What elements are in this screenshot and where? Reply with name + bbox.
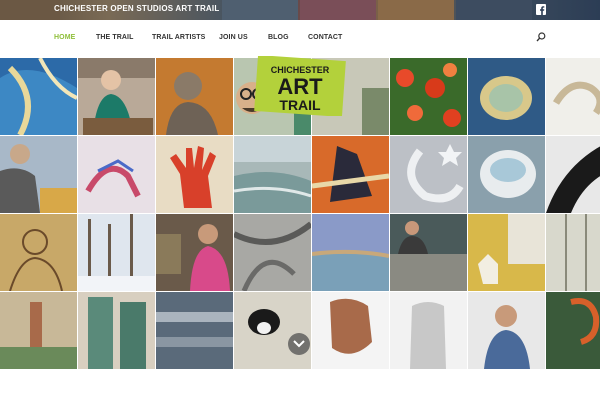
artwork-tile[interactable]: [234, 214, 311, 291]
artwork-tile[interactable]: [312, 292, 389, 369]
artwork-tile[interactable]: [390, 214, 467, 291]
artwork-tile[interactable]: [312, 214, 389, 291]
banner-photo: [456, 0, 532, 20]
artwork-tile[interactable]: [0, 136, 77, 213]
chevron-down-icon: [293, 340, 305, 348]
nav-join-us[interactable]: JOIN US: [219, 34, 248, 41]
artwork-tile[interactable]: [78, 292, 155, 369]
logo-line3: TRAIL: [279, 97, 321, 113]
scroll-down-button[interactable]: [288, 333, 310, 355]
artwork-tile[interactable]: [234, 292, 311, 369]
banner-photo: [222, 0, 298, 20]
artwork-tile[interactable]: [156, 136, 233, 213]
artwork-tile[interactable]: [390, 136, 467, 213]
artwork-tile[interactable]: [234, 136, 311, 213]
banner-photo: [378, 0, 454, 20]
artwork-tile[interactable]: [390, 292, 467, 369]
nav-home[interactable]: HOME: [54, 34, 75, 41]
nav-the-trail[interactable]: THE TRAIL: [96, 34, 133, 41]
banner-photo: [0, 0, 60, 20]
artwork-tile[interactable]: [156, 58, 233, 135]
artwork-tile[interactable]: [468, 214, 545, 291]
nav-blog[interactable]: BLOG: [268, 34, 289, 41]
artwork-tile[interactable]: [0, 292, 77, 369]
artwork-tile[interactable]: [390, 58, 467, 135]
artwork-tile[interactable]: [0, 58, 77, 135]
artwork-tile[interactable]: [468, 136, 545, 213]
art-trail-logo[interactable]: CHICHESTER ART TRAIL: [252, 56, 348, 116]
artwork-tile[interactable]: [0, 214, 77, 291]
banner-photo: [300, 0, 376, 20]
artwork-tile[interactable]: [78, 136, 155, 213]
artwork-tile[interactable]: [78, 58, 155, 135]
artwork-tile[interactable]: [468, 292, 545, 369]
artwork-mosaic: CHICHESTER ART TRAIL: [0, 56, 600, 378]
artwork-tile[interactable]: [546, 58, 600, 135]
facebook-icon[interactable]: [536, 4, 546, 15]
artwork-tile[interactable]: [546, 214, 600, 291]
header-banner: CHICHESTER OPEN STUDIOS ART TRAIL: [0, 0, 600, 20]
artwork-tile[interactable]: [78, 214, 155, 291]
nav-trail-artists[interactable]: TRAIL ARTISTS: [152, 34, 205, 41]
artwork-tile[interactable]: [312, 136, 389, 213]
search-icon[interactable]: [536, 32, 546, 42]
artwork-tile[interactable]: [546, 292, 600, 369]
artwork-tile[interactable]: [546, 136, 600, 213]
logo-line2: ART: [277, 74, 323, 99]
main-nav: HOME THE TRAIL TRAIL ARTISTS JOIN US BLO…: [0, 20, 600, 56]
site-title[interactable]: CHICHESTER OPEN STUDIOS ART TRAIL: [54, 4, 219, 13]
artwork-tile[interactable]: [156, 292, 233, 369]
artwork-tile[interactable]: [156, 214, 233, 291]
artwork-tile[interactable]: [468, 58, 545, 135]
nav-contact[interactable]: CONTACT: [308, 34, 342, 41]
